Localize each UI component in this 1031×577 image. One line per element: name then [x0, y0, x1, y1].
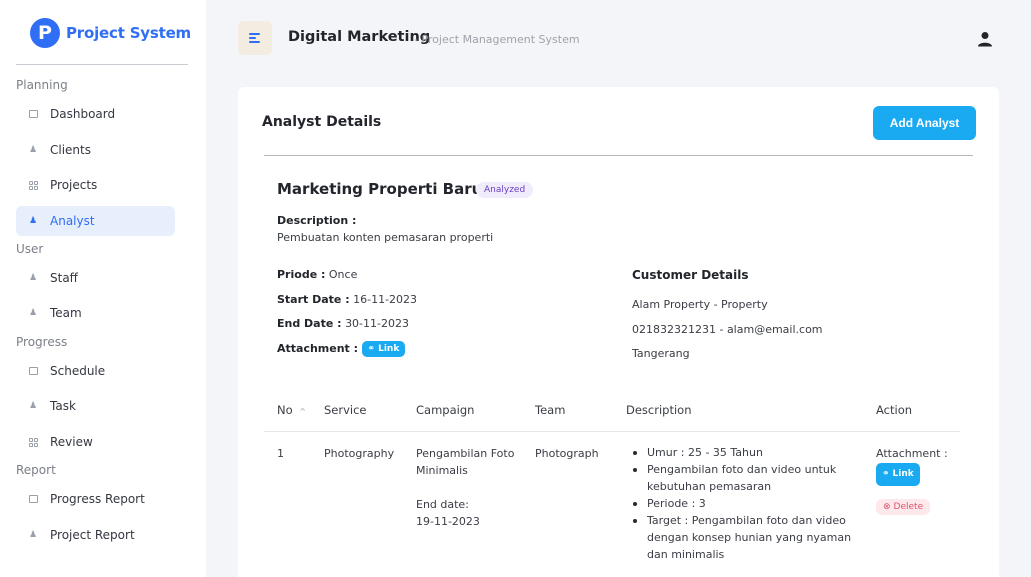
attachment-link-button[interactable]: ⚭ Link — [361, 341, 406, 357]
customer-details-title: Customer Details — [632, 268, 749, 282]
column-header-description: Description — [626, 403, 692, 417]
calendar-icon — [28, 366, 38, 376]
grid-icon — [28, 180, 38, 190]
list-item: Periode : 3 — [630, 495, 870, 512]
table-header-divider — [264, 431, 960, 432]
status-badge: Analyzed — [476, 182, 534, 198]
sidebar-item-projects[interactable]: Projects — [16, 170, 175, 200]
project-title: Marketing Properti Baru — [277, 180, 483, 198]
delete-button[interactable]: ⊗ Delete — [876, 499, 931, 515]
cell-team: Photograph — [535, 447, 599, 460]
column-header-no[interactable]: No ^ — [277, 403, 306, 417]
link-icon: ⚭ — [882, 469, 890, 479]
card-divider — [264, 155, 973, 156]
user-plus-icon: ♟ — [28, 216, 38, 226]
customer-city: Tangerang — [632, 347, 690, 360]
user-plus-icon: ♟ — [28, 145, 38, 155]
list-item: Target : Pengambilan foto dan video deng… — [630, 512, 870, 563]
cell-no: 1 — [277, 447, 284, 460]
brand[interactable]: P Project System — [30, 18, 191, 48]
column-header-service: Service — [324, 403, 367, 417]
nav-section-planning: Planning — [16, 78, 68, 92]
brand-logo-icon: P — [30, 18, 60, 48]
list-item: Pengambilan foto dan video untuk kebutuh… — [630, 461, 870, 495]
brand-divider — [16, 64, 188, 65]
add-analyst-button[interactable]: Add Analyst — [873, 106, 976, 140]
cell-end-date-label: End date: — [416, 498, 469, 511]
card-title: Analyst Details — [262, 114, 382, 130]
close-circle-icon: ⊗ — [883, 502, 891, 512]
end-date-field: End Date : 30-11-2023 — [277, 317, 409, 330]
list-item: Umur : 25 - 35 Tahun — [630, 444, 870, 461]
sidebar-item-label: Progress Report — [50, 492, 145, 506]
sidebar-item-label: Schedule — [50, 364, 106, 378]
column-header-action: Action — [876, 403, 913, 417]
cell-service: Photography — [324, 447, 395, 460]
page-subtitle: - Project Management System — [414, 33, 580, 46]
brand-name: Project System — [66, 24, 191, 42]
periode-field: Priode : Once — [277, 268, 358, 281]
grid-icon — [28, 437, 38, 447]
sidebar-item-task[interactable]: ♟ Task — [16, 391, 175, 421]
sidebar-item-label: Analyst — [50, 214, 95, 228]
sidebar-item-review[interactable]: Review — [16, 427, 175, 457]
calendar-icon — [28, 494, 38, 504]
analyst-details-card: Analyst Details Add Analyst Marketing Pr… — [238, 87, 999, 577]
user-plus-icon: ♟ — [28, 530, 38, 540]
sidebar-item-label: Project Report — [50, 528, 135, 542]
user-account-icon[interactable] — [977, 31, 993, 47]
menu-toggle-button[interactable] — [238, 21, 272, 55]
link-icon: ⚭ — [367, 344, 376, 354]
sidebar-item-staff[interactable]: ♟ Staff — [16, 263, 175, 293]
cell-attachment-label: Attachment : — [876, 447, 948, 460]
row-link-button[interactable]: ⚭ Link — [876, 463, 920, 486]
sidebar: P Project System Planning Dashboard ♟ Cl… — [0, 0, 206, 577]
users-icon: ♟ — [28, 308, 38, 318]
sidebar-item-dashboard[interactable]: Dashboard — [16, 99, 175, 129]
sort-asc-icon[interactable]: ^ — [299, 407, 306, 416]
column-header-team: Team — [535, 403, 566, 417]
sidebar-item-progress-report[interactable]: Progress Report — [16, 484, 175, 514]
sidebar-item-analyst[interactable]: ♟ Analyst — [16, 206, 175, 236]
nav-section-progress: Progress — [16, 335, 68, 349]
description-text: Pembuatan konten pemasaran properti — [277, 231, 494, 244]
start-date-field: Start Date : 16-11-2023 — [277, 293, 418, 306]
customer-contact: 021832321231 - alam@email.com — [632, 323, 823, 336]
nav-section-user: User — [16, 242, 44, 256]
sidebar-item-label: Review — [50, 435, 93, 449]
column-header-campaign: Campaign — [416, 403, 475, 417]
calendar-icon — [28, 109, 38, 119]
cell-end-date: 19-11-2023 — [416, 515, 480, 528]
sidebar-item-label: Task — [50, 399, 76, 413]
user-icon: ♟ — [28, 273, 38, 283]
sidebar-item-label: Dashboard — [50, 107, 116, 121]
cell-campaign-line2: Minimalis — [416, 464, 468, 477]
user-plus-icon: ♟ — [28, 401, 38, 411]
cell-campaign-line1: Pengambilan Foto — [416, 447, 515, 460]
cell-attachment: ⚭ Link — [876, 463, 920, 486]
customer-name: Alam Property - Property — [632, 298, 768, 311]
sidebar-item-label: Clients — [50, 143, 91, 157]
sidebar-item-team[interactable]: ♟ Team — [16, 298, 175, 328]
sidebar-item-clients[interactable]: ♟ Clients — [16, 135, 175, 165]
menu-icon — [249, 33, 260, 35]
nav-section-report: Report — [16, 463, 56, 477]
sidebar-item-label: Staff — [50, 271, 78, 285]
sidebar-item-label: Team — [50, 306, 82, 320]
attachment-field: Attachment : ⚭ Link — [277, 341, 406, 357]
description-label: Description : — [277, 214, 357, 227]
sidebar-item-project-report[interactable]: ♟ Project Report — [16, 520, 175, 550]
cell-description-list: Umur : 25 - 35 Tahun Pengambilan foto da… — [630, 444, 870, 563]
sidebar-item-schedule[interactable]: Schedule — [16, 356, 175, 386]
page-title: Digital Marketing — [288, 29, 431, 45]
sidebar-item-label: Projects — [50, 178, 98, 192]
